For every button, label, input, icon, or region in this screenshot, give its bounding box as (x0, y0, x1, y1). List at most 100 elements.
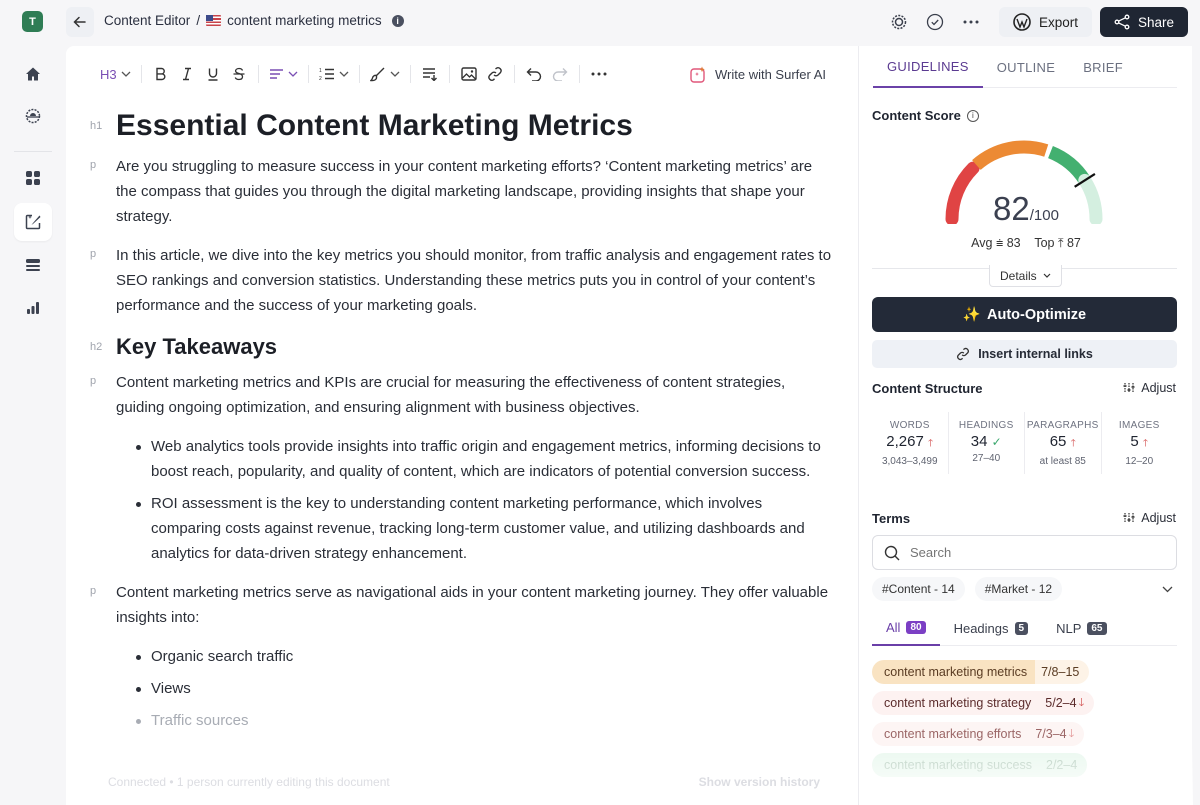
heading-1-block[interactable]: h1 Essential Content Marketing Metrics (90, 106, 836, 146)
heading-level-dropdown[interactable]: H3 (96, 60, 135, 88)
insert-image-button[interactable] (456, 60, 482, 88)
underline-button[interactable] (200, 60, 226, 88)
term-item[interactable]: content marketing strategy 5/2–4 🡓 (872, 691, 1095, 715)
stat-label: PARAGRAPHS (1026, 420, 1099, 431)
check-icon: ✓ (991, 435, 1002, 449)
term-usage: 5/2–4 (1045, 696, 1077, 710)
breadcrumb-content-editor[interactable]: Content Editor (104, 13, 190, 28)
term-tab-nlp[interactable]: NLP 65 (1042, 612, 1120, 646)
highlight-dropdown[interactable] (366, 60, 404, 88)
undo-icon (526, 68, 541, 81)
term-topic-chips: #Content - 14 #Market - 12 (872, 577, 1177, 601)
top-arrow-icon: ⤒ (1057, 236, 1064, 250)
sidebar-item-apps[interactable] (14, 159, 52, 197)
chevron-down-icon (339, 71, 349, 77)
more-options-button[interactable] (957, 8, 985, 36)
topic-chip[interactable]: #Content - 14 (872, 577, 965, 601)
block-tag: p (90, 375, 97, 387)
sidebar-item-globe[interactable] (14, 97, 52, 135)
chevron-down-icon[interactable] (1162, 586, 1173, 593)
paragraph-block[interactable]: p Content marketing metrics serve as nav… (90, 580, 836, 630)
align-dropdown[interactable] (265, 60, 302, 88)
content-structure-title: Content Structure (872, 381, 983, 396)
bullet-list-insights: Organic search traffic Views Traffic sou… (136, 644, 836, 733)
settings-button[interactable] (885, 8, 913, 36)
stat-label: HEADINGS (958, 420, 1014, 431)
sliders-icon (1123, 383, 1135, 393)
panel-tabs: GUIDELINES OUTLINE BRIEF (873, 46, 1177, 88)
sliders-icon (1123, 513, 1135, 523)
arrow-up-icon: 🡑 (928, 438, 934, 449)
gauge-segment-high (1047, 146, 1091, 185)
brush-icon (369, 67, 385, 82)
strikethrough-button[interactable] (226, 60, 252, 88)
info-icon[interactable]: i (966, 109, 979, 122)
wordpress-icon (1013, 13, 1031, 31)
toolbar-divider (358, 65, 360, 83)
block-tag: p (90, 248, 97, 260)
back-button[interactable] (66, 7, 94, 37)
export-button[interactable]: Export (998, 7, 1092, 37)
document-heading-2: Key Takeaways (116, 334, 278, 359)
stat-label: WORDS (889, 420, 930, 431)
sidebar-item-home[interactable] (14, 55, 52, 93)
sidebar-item-list[interactable] (14, 246, 52, 284)
structure-adjust-button[interactable]: Adjust (1123, 381, 1176, 395)
italic-button[interactable] (174, 60, 200, 88)
document-body[interactable]: h1 Essential Content Marketing Metrics p… (90, 106, 836, 747)
term-filter-tabs: All 80 Headings 5 NLP 65 (872, 612, 1177, 646)
ordered-list-dropdown[interactable]: 12 (315, 60, 353, 88)
list-item: ROI assessment is the key to understandi… (136, 491, 836, 566)
scroll-fade (859, 745, 1193, 805)
sidebar-divider (14, 151, 52, 152)
terms-search-input[interactable] (910, 545, 1150, 560)
score-max: /100 (1029, 207, 1059, 224)
terms-title: Terms (872, 511, 911, 526)
write-with-surfer-ai-label: Write with Surfer AI (715, 66, 827, 82)
text-direction-button[interactable] (417, 60, 443, 88)
terms-adjust-button[interactable]: Adjust (1123, 511, 1176, 525)
more-tools-button[interactable] (586, 60, 612, 88)
sidebar (0, 44, 66, 805)
workspace-avatar[interactable]: T (22, 11, 43, 32)
show-version-history-link[interactable]: Show version history (699, 775, 820, 789)
adjust-label: Adjust (1141, 511, 1176, 525)
document-heading-1: Essential Content Marketing Metrics (116, 109, 633, 142)
term-name: content marketing metrics (872, 660, 1036, 684)
write-with-surfer-ai-button[interactable]: Write with Surfer AI (690, 60, 826, 88)
content-score-value: 82/100 (859, 190, 1193, 228)
ordered-list-icon: 12 (319, 68, 334, 81)
share-button[interactable]: Share (1099, 7, 1188, 37)
bold-button[interactable] (148, 60, 174, 88)
auto-optimize-button[interactable]: ✨ Auto-Optimize (872, 297, 1177, 332)
tab-guidelines[interactable]: GUIDELINES (873, 46, 983, 88)
term-tab-headings[interactable]: Headings 5 (940, 612, 1043, 646)
insert-internal-links-button[interactable]: Insert internal links (872, 340, 1177, 368)
paragraph-block[interactable]: p Content marketing metrics and KPIs are… (90, 370, 836, 420)
insert-link-button[interactable] (482, 60, 508, 88)
italic-icon (182, 67, 191, 81)
info-icon[interactable]: i (391, 14, 404, 27)
check-status-button[interactable] (921, 8, 949, 36)
check-circle-icon (926, 13, 944, 31)
term-item[interactable]: content marketing metrics 7/8–15 (872, 660, 1090, 684)
redo-button[interactable] (547, 60, 573, 88)
top-label: Top (1034, 236, 1055, 250)
score-benchmarks: Avg ⩧ 83 Top ⤒ 87 (859, 236, 1193, 251)
paragraph-block[interactable]: p In this article, we dive into the key … (90, 243, 836, 318)
tab-outline[interactable]: OUTLINE (983, 46, 1069, 88)
chevron-down-icon (390, 71, 400, 77)
more-horizontal-icon (591, 72, 607, 76)
topic-chip[interactable]: #Market - 12 (974, 577, 1063, 601)
top-bar: T Content Editor / content marketing met… (0, 0, 1200, 44)
sidebar-item-analytics[interactable] (14, 289, 52, 327)
sidebar-item-content-editor[interactable] (14, 203, 52, 241)
term-tab-all[interactable]: All 80 (872, 612, 940, 646)
term-name: content marketing strategy (884, 696, 1032, 710)
paragraph-block[interactable]: p Are you struggling to measure success … (90, 154, 836, 229)
undo-button[interactable] (521, 60, 547, 88)
heading-2-block[interactable]: h2 Key Takeaways (90, 332, 836, 362)
term-item[interactable]: content marketing efforts 7/3–4 🡓 (872, 722, 1085, 746)
details-toggle[interactable]: Details (989, 265, 1062, 287)
tab-brief[interactable]: BRIEF (1069, 46, 1137, 88)
